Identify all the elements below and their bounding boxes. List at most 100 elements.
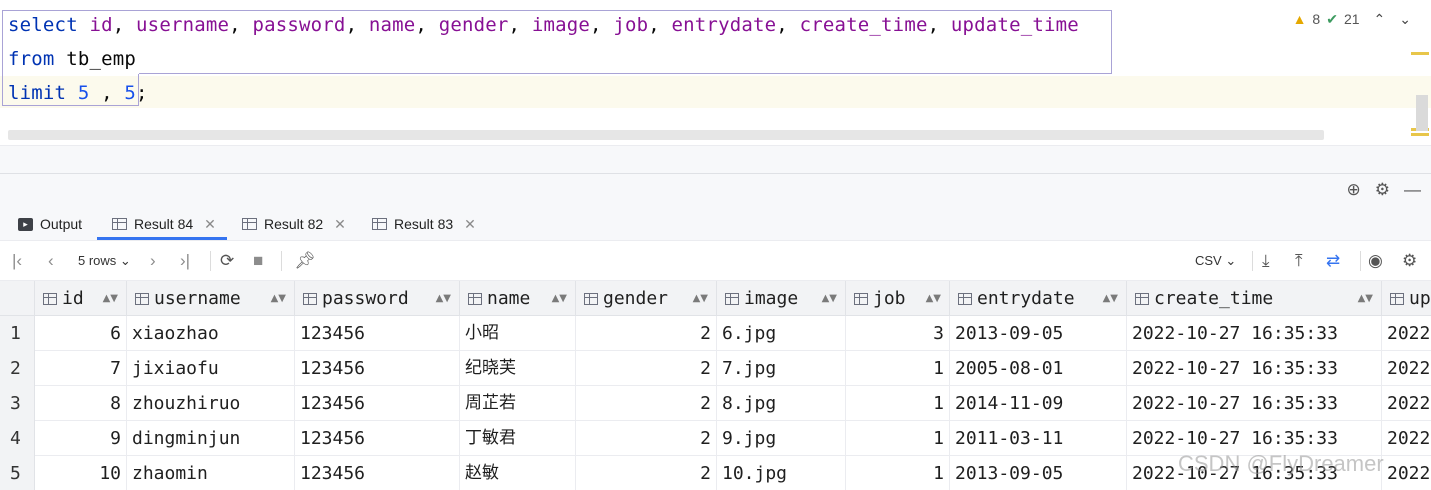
cell-name[interactable]: 小昭	[460, 316, 576, 351]
cell-create-time[interactable]: 2022-10-27 16:35:33	[1127, 386, 1382, 421]
compare-icon[interactable]: ⇄	[1326, 241, 1340, 281]
sort-icon[interactable]: ▲▼	[926, 293, 941, 304]
cell-entrydate[interactable]: 2013-09-05	[950, 316, 1127, 351]
previous-page-icon[interactable]: ‹	[48, 241, 54, 281]
close-icon[interactable]: ✕	[334, 216, 346, 233]
cell-image[interactable]: 6.jpg	[717, 316, 846, 351]
column-header-gender[interactable]: gender ▲▼	[576, 281, 717, 316]
chevron-up-icon[interactable]: ⌃	[1374, 11, 1386, 28]
sort-icon[interactable]: ▲▼	[1103, 293, 1118, 304]
column-header-password[interactable]: password ▲▼	[295, 281, 460, 316]
cell-update-time[interactable]: 2022	[1382, 456, 1431, 490]
cell-id[interactable]: 8	[35, 386, 127, 421]
cell-gender[interactable]: 2	[576, 386, 717, 421]
cell-name[interactable]: 周芷若	[460, 386, 576, 421]
column-header-entrydate[interactable]: entrydate ▲▼	[950, 281, 1127, 316]
cell-username[interactable]: zhouzhiruo	[127, 386, 295, 421]
vertical-scrollbar[interactable]	[1416, 95, 1428, 131]
cell-name[interactable]: 丁敏君	[460, 421, 576, 456]
cell-update-time[interactable]: 2022	[1382, 421, 1431, 456]
cell-create-time[interactable]: 2022-10-27 16:35:33	[1127, 351, 1382, 386]
cell-job[interactable]: 3	[846, 316, 950, 351]
cell-update-time[interactable]: 2022	[1382, 316, 1431, 351]
export-format-select[interactable]: CSV ⌄	[1195, 241, 1236, 281]
cell-password[interactable]: 123456	[295, 456, 460, 490]
cell-gender[interactable]: 2	[576, 456, 717, 490]
cell-image[interactable]: 7.jpg	[717, 351, 846, 386]
download-icon[interactable]: ⤓	[1262, 241, 1270, 281]
code-line-1[interactable]: select id, username, password, name, gen…	[8, 8, 1079, 42]
cell-username[interactable]: xiaozhao	[127, 316, 295, 351]
tab-result-82[interactable]: Result 82 ✕	[242, 207, 346, 241]
tab-result-84[interactable]: Result 84 ✕	[112, 207, 216, 241]
column-header-id[interactable]: id ▲▼	[35, 281, 127, 316]
page-size-select[interactable]: 5 rows ⌄	[78, 241, 131, 281]
cell-image[interactable]: 9.jpg	[717, 421, 846, 456]
table-row[interactable]: 2 7 jixiaofu 123456 纪晓芙 2 7.jpg 1 2005-0…	[0, 351, 1431, 386]
last-page-icon[interactable]: ›|	[180, 241, 190, 281]
cell-name[interactable]: 赵敏	[460, 456, 576, 490]
cell-create-time[interactable]: 2022-10-27 16:35:33	[1127, 316, 1382, 351]
sort-icon[interactable]: ▲▼	[552, 293, 567, 304]
refresh-icon[interactable]: ⟳	[220, 241, 234, 281]
cell-username[interactable]: zhaomin	[127, 456, 295, 490]
cell-entrydate[interactable]: 2014-11-09	[950, 386, 1127, 421]
minimize-icon[interactable]: —	[1404, 180, 1421, 200]
cell-entrydate[interactable]: 2013-09-05	[950, 456, 1127, 490]
cell-gender[interactable]: 2	[576, 316, 717, 351]
crosshair-icon[interactable]: ⊕	[1347, 180, 1361, 200]
close-icon[interactable]: ✕	[464, 216, 476, 233]
inspection-widget[interactable]: ▲ 8 ✔ 21 ⌃ ⌄	[1293, 8, 1411, 30]
scroll-marker[interactable]	[1411, 133, 1429, 136]
next-page-icon[interactable]: ›	[150, 241, 156, 281]
cell-job[interactable]: 1	[846, 421, 950, 456]
cell-password[interactable]: 123456	[295, 316, 460, 351]
cell-image[interactable]: 10.jpg	[717, 456, 846, 490]
code-line-3[interactable]: limit 5 , 5;	[8, 76, 148, 110]
first-page-icon[interactable]: |‹	[12, 241, 22, 281]
eye-icon[interactable]: ◉	[1368, 241, 1383, 281]
tab-output[interactable]: ▸ Output	[18, 207, 82, 241]
sort-icon[interactable]: ▲▼	[436, 293, 451, 304]
cell-password[interactable]: 123456	[295, 351, 460, 386]
sort-icon[interactable]: ▲▼	[103, 293, 118, 304]
gear-icon[interactable]: ⚙	[1375, 180, 1390, 200]
cell-update-time[interactable]: 2022	[1382, 386, 1431, 421]
cell-gender[interactable]: 2	[576, 421, 717, 456]
sort-icon[interactable]: ▲▼	[271, 293, 286, 304]
sort-icon[interactable]: ▲▼	[822, 293, 837, 304]
column-header-job[interactable]: job ▲▼	[846, 281, 950, 316]
table-row[interactable]: 1 6 xiaozhao 123456 小昭 2 6.jpg 3 2013-09…	[0, 316, 1431, 351]
upload-icon[interactable]: ⤒	[1295, 241, 1303, 281]
tab-result-83[interactable]: Result 83 ✕	[372, 207, 476, 241]
sort-icon[interactable]: ▲▼	[1358, 293, 1373, 304]
cell-job[interactable]: 1	[846, 456, 950, 490]
splitter[interactable]	[0, 145, 1431, 173]
code-line-2[interactable]: from tb_emp	[8, 42, 136, 76]
cell-image[interactable]: 8.jpg	[717, 386, 846, 421]
cell-job[interactable]: 1	[846, 386, 950, 421]
gear-icon[interactable]: ⚙	[1402, 241, 1417, 281]
cell-job[interactable]: 1	[846, 351, 950, 386]
cell-id[interactable]: 7	[35, 351, 127, 386]
cell-name[interactable]: 纪晓芙	[460, 351, 576, 386]
cell-username[interactable]: dingminjun	[127, 421, 295, 456]
cell-entrydate[interactable]: 2005-08-01	[950, 351, 1127, 386]
cell-entrydate[interactable]: 2011-03-11	[950, 421, 1127, 456]
scroll-marker[interactable]	[1411, 52, 1429, 55]
stop-icon[interactable]: ■	[253, 241, 263, 281]
chevron-down-icon[interactable]: ⌄	[1399, 11, 1411, 28]
cell-id[interactable]: 9	[35, 421, 127, 456]
sql-editor[interactable]: select id, username, password, name, gen…	[0, 0, 1431, 145]
cell-password[interactable]: 123456	[295, 386, 460, 421]
cell-id[interactable]: 6	[35, 316, 127, 351]
cell-id[interactable]: 10	[35, 456, 127, 490]
column-header-name[interactable]: name ▲▼	[460, 281, 576, 316]
cell-gender[interactable]: 2	[576, 351, 717, 386]
cell-update-time[interactable]: 2022	[1382, 351, 1431, 386]
close-icon[interactable]: ✕	[204, 216, 216, 233]
cell-username[interactable]: jixiaofu	[127, 351, 295, 386]
cell-password[interactable]: 123456	[295, 421, 460, 456]
column-header-update-time[interactable]: up	[1382, 281, 1431, 316]
table-row[interactable]: 3 8 zhouzhiruo 123456 周芷若 2 8.jpg 1 2014…	[0, 386, 1431, 421]
